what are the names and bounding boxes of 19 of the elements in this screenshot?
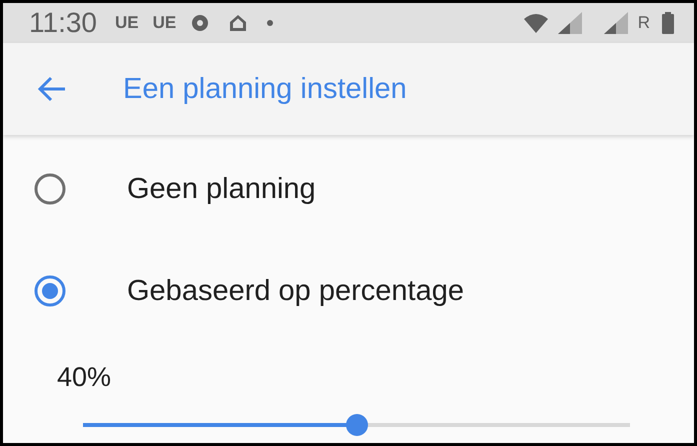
status-time: 11:30 [29,7,97,39]
disc-icon [190,13,210,33]
dot-icon [266,19,274,27]
radio-option[interactable]: Geen planning [3,138,694,240]
signal-icon [558,12,582,34]
slider-value: 40% [57,362,112,393]
battery-icon [662,12,674,34]
home-icon [228,13,248,33]
notification-label: UE [115,13,139,33]
back-arrow-icon [37,76,67,102]
roaming-label: R [638,13,650,33]
radio-button[interactable] [33,274,67,308]
signal-icon [604,12,628,34]
radio-button[interactable] [33,172,67,206]
wifi-icon [524,13,548,33]
radio-option[interactable]: Gebaseerd op percentage [3,240,694,342]
page-title: Een planning instellen [123,72,407,106]
slider-thumb[interactable] [346,414,368,436]
notification-label: UE [152,13,176,33]
